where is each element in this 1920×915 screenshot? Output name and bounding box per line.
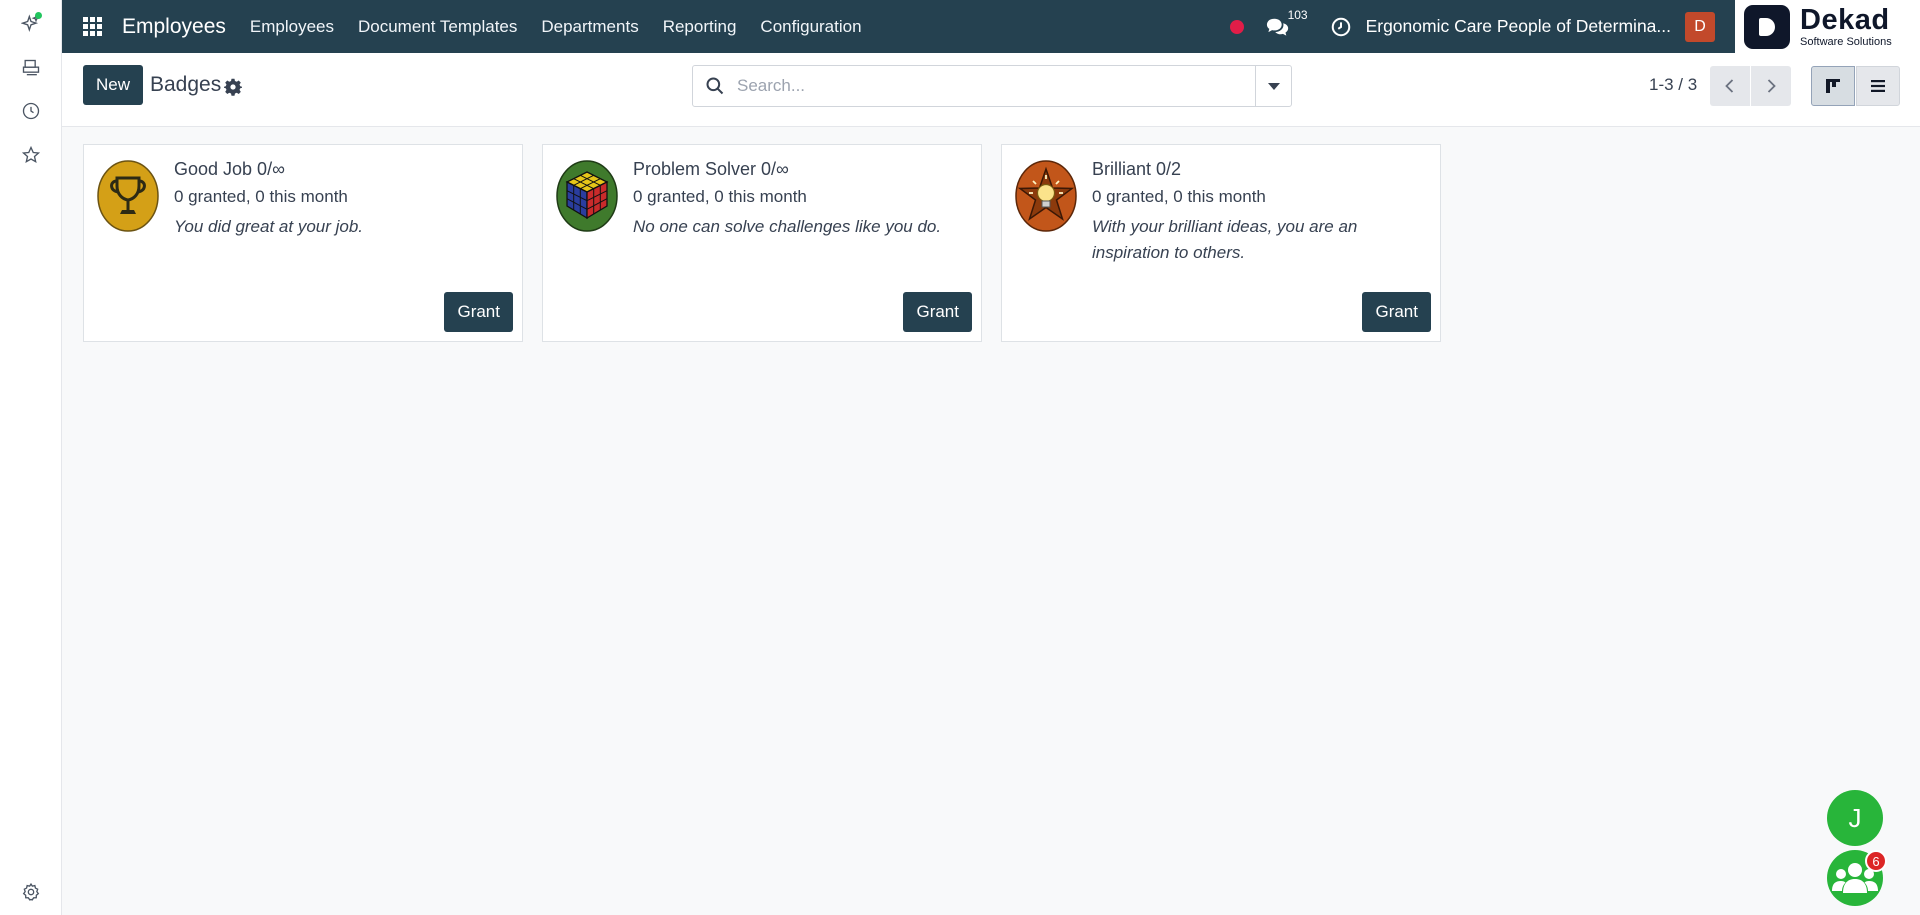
kanban-icon <box>1826 79 1840 93</box>
chat-bubbles-icon <box>1266 18 1288 36</box>
record-indicator-icon[interactable] <box>1229 19 1244 34</box>
team-notification-badge: 6 <box>1865 850 1887 872</box>
grid-icon <box>82 17 102 36</box>
actions-gear-icon[interactable] <box>224 78 242 96</box>
badge-description: With your brilliant ideas, you are an in… <box>1092 217 1358 262</box>
menu-departments[interactable]: Departments <box>541 17 638 37</box>
dekad-logo-icon <box>1744 4 1790 49</box>
online-dot <box>35 12 42 19</box>
caret-down-icon <box>1267 82 1280 90</box>
top-navbar: Employees Employees Document Templates D… <box>62 0 1920 53</box>
badge-stats: 0 granted, 0 this month <box>633 187 807 206</box>
printer-icon[interactable] <box>15 52 47 84</box>
clock-icon[interactable] <box>15 95 47 127</box>
pager-next-button[interactable] <box>1751 66 1791 106</box>
apps-menu-button[interactable] <box>62 0 122 53</box>
badge-title: Brilliant 0/2 <box>1092 159 1182 179</box>
menu-reporting[interactable]: Reporting <box>663 17 737 37</box>
messaging-button[interactable]: 103 <box>1266 8 1308 38</box>
badge-card[interactable]: Brilliant 0/2 0 granted, 0 this month Wi… <box>1001 144 1441 342</box>
search-options-toggle[interactable] <box>1255 66 1291 106</box>
user-chat-bubble[interactable]: J <box>1827 790 1883 846</box>
rubiks-cube-badge-icon <box>556 160 618 232</box>
search-bar <box>692 65 1292 107</box>
menu-employees[interactable]: Employees <box>250 17 334 37</box>
app-brand[interactable]: Employees <box>122 15 226 39</box>
logo-subtitle: Software Solutions <box>1800 35 1892 48</box>
grant-button[interactable]: Grant <box>1362 292 1431 332</box>
grant-button[interactable]: Grant <box>903 292 972 332</box>
team-chat-bubble[interactable]: 6 <box>1827 850 1887 906</box>
company-logo: Dekad Software Solutions <box>1735 0 1920 53</box>
chevron-right-icon <box>1767 79 1776 93</box>
search-input[interactable] <box>737 67 1255 105</box>
badge-description: No one can solve challenges like you do. <box>633 217 942 236</box>
grant-button[interactable]: Grant <box>444 292 513 332</box>
trophy-badge-icon <box>97 160 159 232</box>
kanban-view-button[interactable] <box>1811 66 1855 106</box>
badge-card[interactable]: Good Job 0/∞ 0 granted, 0 this month You… <box>83 144 523 342</box>
badge-title: Good Job 0/∞ <box>174 159 285 179</box>
pager-value[interactable]: 1-3 / 3 <box>1649 75 1697 95</box>
company-switcher[interactable]: Ergonomic Care People of Determina... <box>1366 16 1671 37</box>
lightbulb-star-badge-icon <box>1015 160 1077 232</box>
left-sidebar <box>0 0 62 915</box>
badge-card[interactable]: Problem Solver 0/∞ 0 granted, 0 this mon… <box>542 144 982 342</box>
pager-previous-button[interactable] <box>1710 66 1750 106</box>
control-panel: New Badges 1-3 / 3 <box>62 53 1920 127</box>
activity-clock-icon[interactable] <box>1330 16 1352 38</box>
list-view-button[interactable] <box>1856 66 1900 106</box>
menu-configuration[interactable]: Configuration <box>760 17 861 37</box>
list-icon <box>1871 80 1885 92</box>
search-icon <box>705 76 725 96</box>
chevron-left-icon <box>1725 79 1734 93</box>
star-icon[interactable] <box>15 139 47 171</box>
logo-name: Dekad <box>1800 3 1890 36</box>
user-avatar[interactable]: D <box>1685 11 1715 42</box>
navbar-systray: 103 Ergonomic Care People of Determina..… <box>1229 0 1920 53</box>
sparkle-icon[interactable] <box>15 8 47 40</box>
chat-count-badge: 103 <box>1287 7 1308 22</box>
page-title: Badges <box>150 73 222 96</box>
pager-buttons <box>1710 66 1791 106</box>
view-switcher <box>1811 66 1900 106</box>
new-button[interactable]: New <box>83 65 144 105</box>
badge-title: Problem Solver 0/∞ <box>633 159 789 179</box>
badge-stats: 0 granted, 0 this month <box>174 187 348 206</box>
badge-description: You did great at your job. <box>174 217 364 236</box>
settings-gear-icon[interactable] <box>15 876 47 908</box>
menu-document-templates[interactable]: Document Templates <box>358 17 517 37</box>
badge-stats: 0 granted, 0 this month <box>1092 187 1266 206</box>
